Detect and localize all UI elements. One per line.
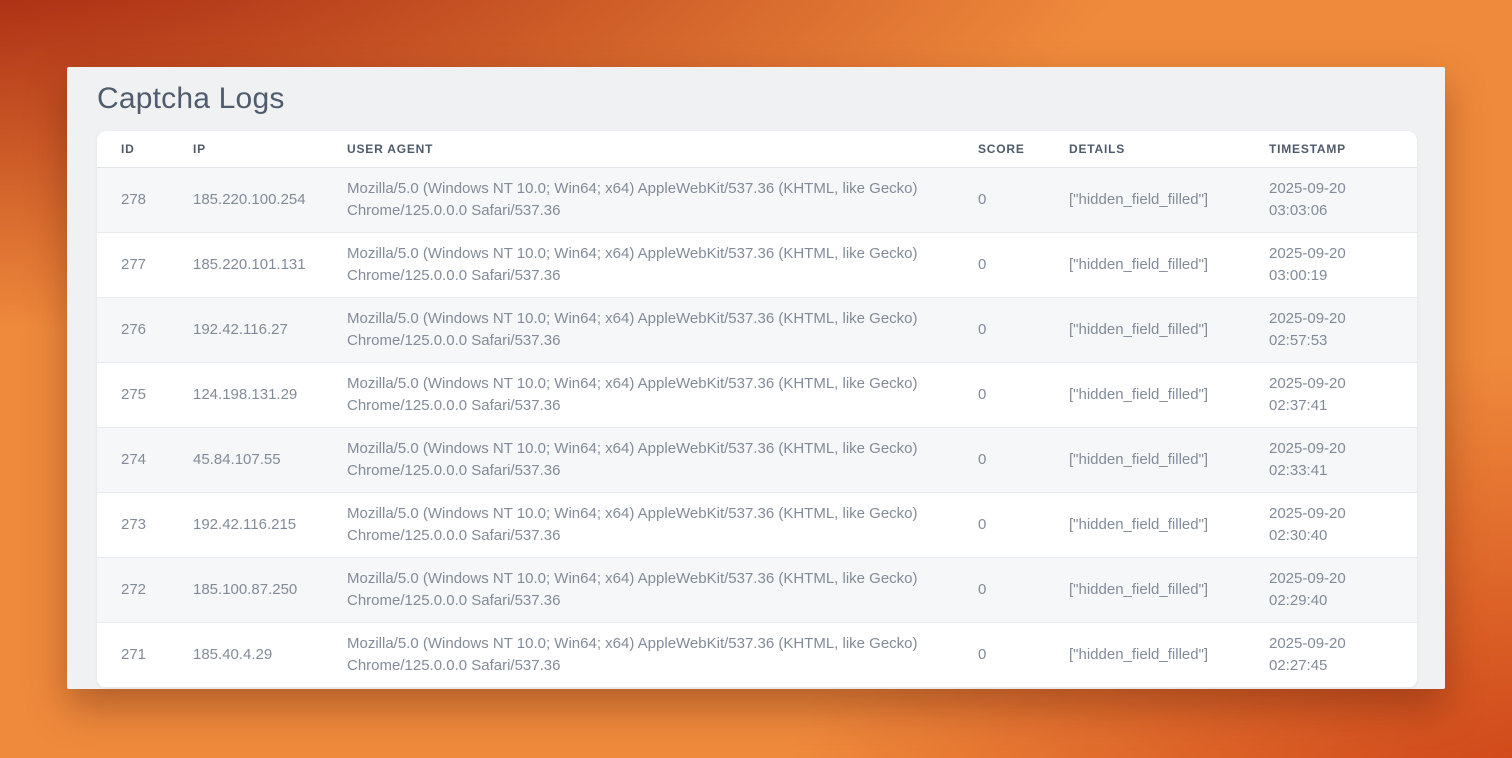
log-table-row: 278 185.220.100.254 Mozilla/5.0 (Windows… bbox=[97, 167, 1417, 232]
cell-details: ["hidden_field_filled"] bbox=[1069, 622, 1269, 687]
cell-details: ["hidden_field_filled"] bbox=[1069, 232, 1269, 297]
cell-timestamp: 2025-09-20 02:33:41 bbox=[1269, 427, 1417, 492]
captcha-logs-card: Captcha Logs ID IP USER AGENT SCORE DETA… bbox=[67, 67, 1445, 689]
cell-timestamp: 2025-09-20 03:03:06 bbox=[1269, 167, 1417, 232]
cell-id: 273 bbox=[97, 492, 193, 557]
app-background: { "page": { "title": "Captcha Logs" }, "… bbox=[0, 0, 1512, 758]
cell-score: 0 bbox=[978, 492, 1069, 557]
cell-details: ["hidden_field_filled"] bbox=[1069, 297, 1269, 362]
cell-user-agent: Mozilla/5.0 (Windows NT 10.0; Win64; x64… bbox=[347, 297, 978, 362]
cell-ip: 185.40.4.29 bbox=[193, 622, 347, 687]
cell-ip: 45.84.107.55 bbox=[193, 427, 347, 492]
cell-timestamp: 2025-09-20 03:00:19 bbox=[1269, 232, 1417, 297]
cell-ip: 124.198.131.29 bbox=[193, 362, 347, 427]
cell-user-agent: Mozilla/5.0 (Windows NT 10.0; Win64; x64… bbox=[347, 362, 978, 427]
cell-details: ["hidden_field_filled"] bbox=[1069, 362, 1269, 427]
column-header-ip: IP bbox=[193, 131, 347, 167]
cell-id: 274 bbox=[97, 427, 193, 492]
cell-user-agent: Mozilla/5.0 (Windows NT 10.0; Win64; x64… bbox=[347, 232, 978, 297]
column-header-id: ID bbox=[97, 131, 193, 167]
cell-score: 0 bbox=[978, 297, 1069, 362]
cell-id: 278 bbox=[97, 167, 193, 232]
cell-id: 275 bbox=[97, 362, 193, 427]
column-header-score: SCORE bbox=[978, 131, 1069, 167]
cell-id: 271 bbox=[97, 622, 193, 687]
cell-id: 276 bbox=[97, 297, 193, 362]
cell-timestamp: 2025-09-20 02:27:45 bbox=[1269, 622, 1417, 687]
cell-score: 0 bbox=[978, 557, 1069, 622]
cell-details: ["hidden_field_filled"] bbox=[1069, 427, 1269, 492]
log-table-row: 271 185.40.4.29 Mozilla/5.0 (Windows NT … bbox=[97, 622, 1417, 687]
column-header-details: DETAILS bbox=[1069, 131, 1269, 167]
cell-ip: 192.42.116.215 bbox=[193, 492, 347, 557]
log-table-row: 272 185.100.87.250 Mozilla/5.0 (Windows … bbox=[97, 557, 1417, 622]
cell-id: 272 bbox=[97, 557, 193, 622]
log-table-row: 276 192.42.116.27 Mozilla/5.0 (Windows N… bbox=[97, 297, 1417, 362]
cell-details: ["hidden_field_filled"] bbox=[1069, 492, 1269, 557]
cell-ip: 185.220.101.131 bbox=[193, 232, 347, 297]
cell-id: 277 bbox=[97, 232, 193, 297]
cell-timestamp: 2025-09-20 02:37:41 bbox=[1269, 362, 1417, 427]
column-header-timestamp: TIMESTAMP bbox=[1269, 131, 1417, 167]
log-table-row: 277 185.220.101.131 Mozilla/5.0 (Windows… bbox=[97, 232, 1417, 297]
logs-table: ID IP USER AGENT SCORE DETAILS TIMESTAMP… bbox=[97, 131, 1417, 688]
cell-details: ["hidden_field_filled"] bbox=[1069, 167, 1269, 232]
page-title: Captcha Logs bbox=[97, 83, 1417, 115]
cell-score: 0 bbox=[978, 427, 1069, 492]
cell-ip: 192.42.116.27 bbox=[193, 297, 347, 362]
log-table-row: 273 192.42.116.215 Mozilla/5.0 (Windows … bbox=[97, 492, 1417, 557]
cell-timestamp: 2025-09-20 02:57:53 bbox=[1269, 297, 1417, 362]
cell-score: 0 bbox=[978, 622, 1069, 687]
column-header-user-agent: USER AGENT bbox=[347, 131, 978, 167]
cell-ip: 185.100.87.250 bbox=[193, 557, 347, 622]
cell-details: ["hidden_field_filled"] bbox=[1069, 557, 1269, 622]
cell-user-agent: Mozilla/5.0 (Windows NT 10.0; Win64; x64… bbox=[347, 167, 978, 232]
cell-score: 0 bbox=[978, 232, 1069, 297]
cell-user-agent: Mozilla/5.0 (Windows NT 10.0; Win64; x64… bbox=[347, 492, 978, 557]
logs-table-body: 278 185.220.100.254 Mozilla/5.0 (Windows… bbox=[97, 167, 1417, 687]
cell-score: 0 bbox=[978, 167, 1069, 232]
cell-score: 0 bbox=[978, 362, 1069, 427]
cell-user-agent: Mozilla/5.0 (Windows NT 10.0; Win64; x64… bbox=[347, 622, 978, 687]
cell-user-agent: Mozilla/5.0 (Windows NT 10.0; Win64; x64… bbox=[347, 557, 978, 622]
log-table-row: 274 45.84.107.55 Mozilla/5.0 (Windows NT… bbox=[97, 427, 1417, 492]
logs-table-container: ID IP USER AGENT SCORE DETAILS TIMESTAMP… bbox=[97, 131, 1417, 688]
cell-ip: 185.220.100.254 bbox=[193, 167, 347, 232]
cell-timestamp: 2025-09-20 02:30:40 bbox=[1269, 492, 1417, 557]
cell-user-agent: Mozilla/5.0 (Windows NT 10.0; Win64; x64… bbox=[347, 427, 978, 492]
log-table-row: 275 124.198.131.29 Mozilla/5.0 (Windows … bbox=[97, 362, 1417, 427]
logs-table-header: ID IP USER AGENT SCORE DETAILS TIMESTAMP bbox=[97, 131, 1417, 167]
cell-timestamp: 2025-09-20 02:29:40 bbox=[1269, 557, 1417, 622]
